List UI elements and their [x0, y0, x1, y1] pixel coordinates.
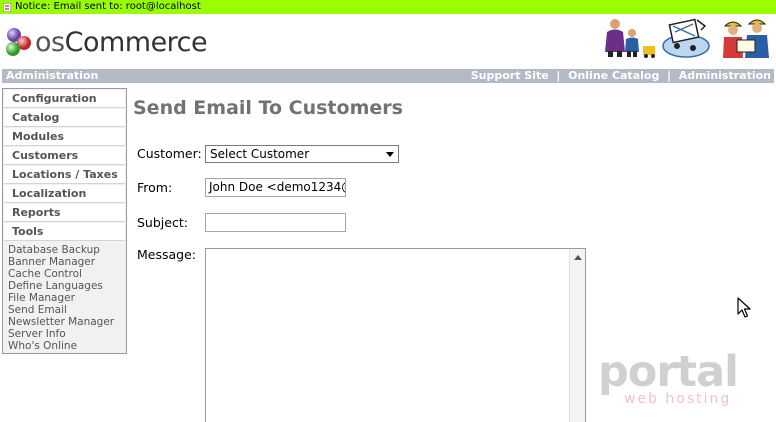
from-input[interactable]: John Doe <demo1234@	[205, 178, 346, 197]
sidebar-item-locations-taxes[interactable]: Locations / Taxes	[4, 166, 125, 184]
tools-link-define-languages[interactable]: Define Languages	[8, 280, 126, 292]
sidebar-item-tools[interactable]: Tools	[4, 223, 125, 241]
textarea-scrollbar[interactable]	[569, 249, 585, 422]
sidebar-item-localization[interactable]: Localization	[4, 185, 125, 203]
notice-text: Notice: Email sent to: root@localhost	[15, 1, 201, 12]
support-site-link[interactable]: Support Site	[471, 69, 549, 83]
mouse-cursor-icon	[737, 297, 751, 318]
customer-select-value: Select Customer	[210, 147, 310, 161]
customers-illustration-icon[interactable]	[601, 16, 659, 58]
logo-spheres-icon	[6, 28, 31, 56]
tools-link-newsletter-manager[interactable]: Newsletter Manager	[8, 316, 126, 328]
tools-link-server-info[interactable]: Server Info	[8, 328, 126, 340]
notice-icon	[3, 2, 11, 12]
sidebar-item-configuration[interactable]: Configuration	[4, 90, 125, 108]
online-catalog-link[interactable]: Online Catalog	[568, 69, 659, 83]
customer-select[interactable]: Select Customer	[205, 145, 399, 163]
sidebar-item-customers[interactable]: Customers	[4, 147, 125, 165]
portal-watermark: portal web hosting	[598, 347, 739, 407]
page-title: Send Email To Customers	[133, 97, 403, 119]
scroll-up-icon[interactable]	[574, 255, 582, 260]
shopping-cart-illustration-icon[interactable]	[661, 16, 711, 62]
from-label: From:	[137, 180, 173, 195]
nav-admin-label: Administration	[6, 69, 99, 82]
message-label: Message:	[137, 247, 196, 262]
administration-link[interactable]: Administration	[679, 69, 771, 83]
logo-prefix: os	[35, 26, 65, 58]
workers-illustration-icon[interactable]	[719, 16, 773, 60]
chevron-down-icon	[386, 152, 394, 157]
tools-link-file-manager[interactable]: File Manager	[8, 292, 126, 304]
tools-link-whos-online[interactable]: Who's Online	[8, 340, 126, 352]
subject-label: Subject:	[137, 215, 188, 230]
sidebar-item-modules[interactable]: Modules	[4, 128, 125, 146]
tools-link-cache-control[interactable]: Cache Control	[8, 268, 126, 280]
tools-link-send-email[interactable]: Send Email	[8, 304, 126, 316]
logo-name: Commerce	[64, 26, 208, 58]
tools-link-database-backup[interactable]: Database Backup	[8, 244, 126, 256]
tools-link-banner-manager[interactable]: Banner Manager	[8, 256, 126, 268]
watermark-small: web hosting	[624, 391, 732, 407]
message-textarea[interactable]	[205, 248, 586, 422]
watermark-big: portal	[598, 347, 739, 397]
sidebar-item-reports[interactable]: Reports	[4, 204, 125, 222]
tools-submenu: Database Backup Banner Manager Cache Con…	[3, 242, 126, 352]
notice-bar: Notice: Email sent to: root@localhost	[0, 0, 776, 14]
nav-links: Support Site | Online Catalog | Administ…	[471, 69, 771, 83]
sidebar-item-catalog[interactable]: Catalog	[4, 109, 125, 127]
customer-label: Customer:	[137, 146, 202, 161]
oscommerce-logo[interactable]: osCommerce	[4, 24, 208, 60]
subject-input[interactable]	[205, 213, 346, 232]
admin-nav-bar: Administration Support Site | Online Cat…	[2, 69, 774, 83]
sidebar: Configuration Catalog Modules Customers …	[2, 88, 127, 354]
